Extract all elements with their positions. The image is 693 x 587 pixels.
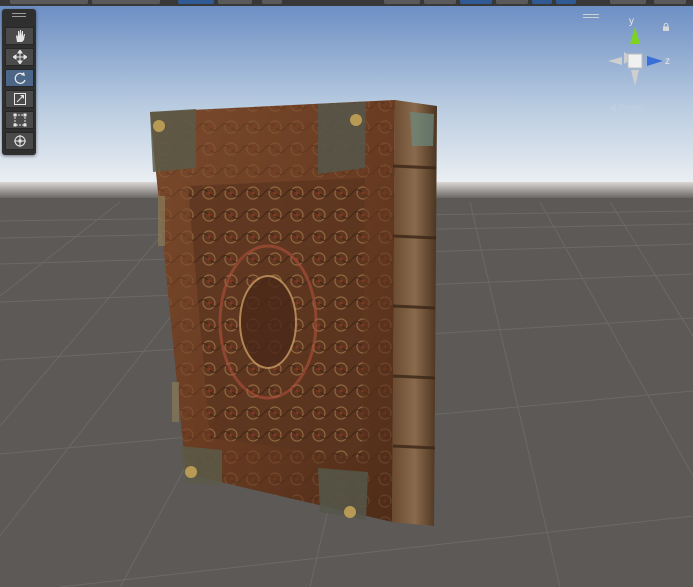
move-icon — [12, 50, 27, 64]
scale-tool-button[interactable] — [5, 90, 34, 108]
axis-gizmo-icon — [608, 27, 663, 86]
rotate-icon — [14, 72, 26, 84]
orientation-gizmo[interactable]: y z — [600, 14, 680, 94]
tool-palette — [2, 9, 36, 155]
drag-handle[interactable] — [12, 13, 26, 19]
book-model[interactable] — [150, 100, 437, 526]
projection-text: Persp — [618, 103, 645, 114]
scene-render — [0, 6, 693, 587]
toolbar-dropdown[interactable] — [10, 0, 88, 4]
transform-icon — [13, 135, 26, 147]
toolbar-toggle-button[interactable] — [556, 0, 576, 4]
hand-icon — [15, 30, 25, 42]
toolbar-button[interactable] — [384, 0, 420, 4]
transform-tool-button[interactable] — [5, 132, 34, 150]
hand-tool-button[interactable] — [5, 27, 34, 45]
toolbar-button[interactable] — [424, 0, 456, 4]
toolbar-button[interactable] — [610, 0, 646, 4]
toolbar-toggle-button[interactable] — [178, 0, 214, 4]
scene-menu-handle[interactable] — [583, 14, 599, 20]
toolbar-dropdown[interactable] — [92, 0, 160, 4]
move-tool-button[interactable] — [5, 48, 34, 66]
scale-icon — [13, 93, 26, 105]
toolbar-toggle-button[interactable] — [532, 0, 552, 4]
toolbar-button[interactable] — [496, 0, 528, 4]
rect-tool-button[interactable] — [5, 111, 34, 129]
projection-label[interactable]: ◀ Persp — [608, 103, 645, 114]
toolbar-button[interactable] — [654, 0, 686, 4]
scene-viewport[interactable] — [0, 6, 693, 587]
rect-icon — [13, 113, 26, 127]
toolbar-toggle-button[interactable] — [460, 0, 492, 4]
toolbar-toggle-button[interactable] — [218, 0, 252, 4]
rotate-tool-button[interactable] — [5, 69, 34, 87]
toolbar-button[interactable] — [262, 0, 282, 4]
